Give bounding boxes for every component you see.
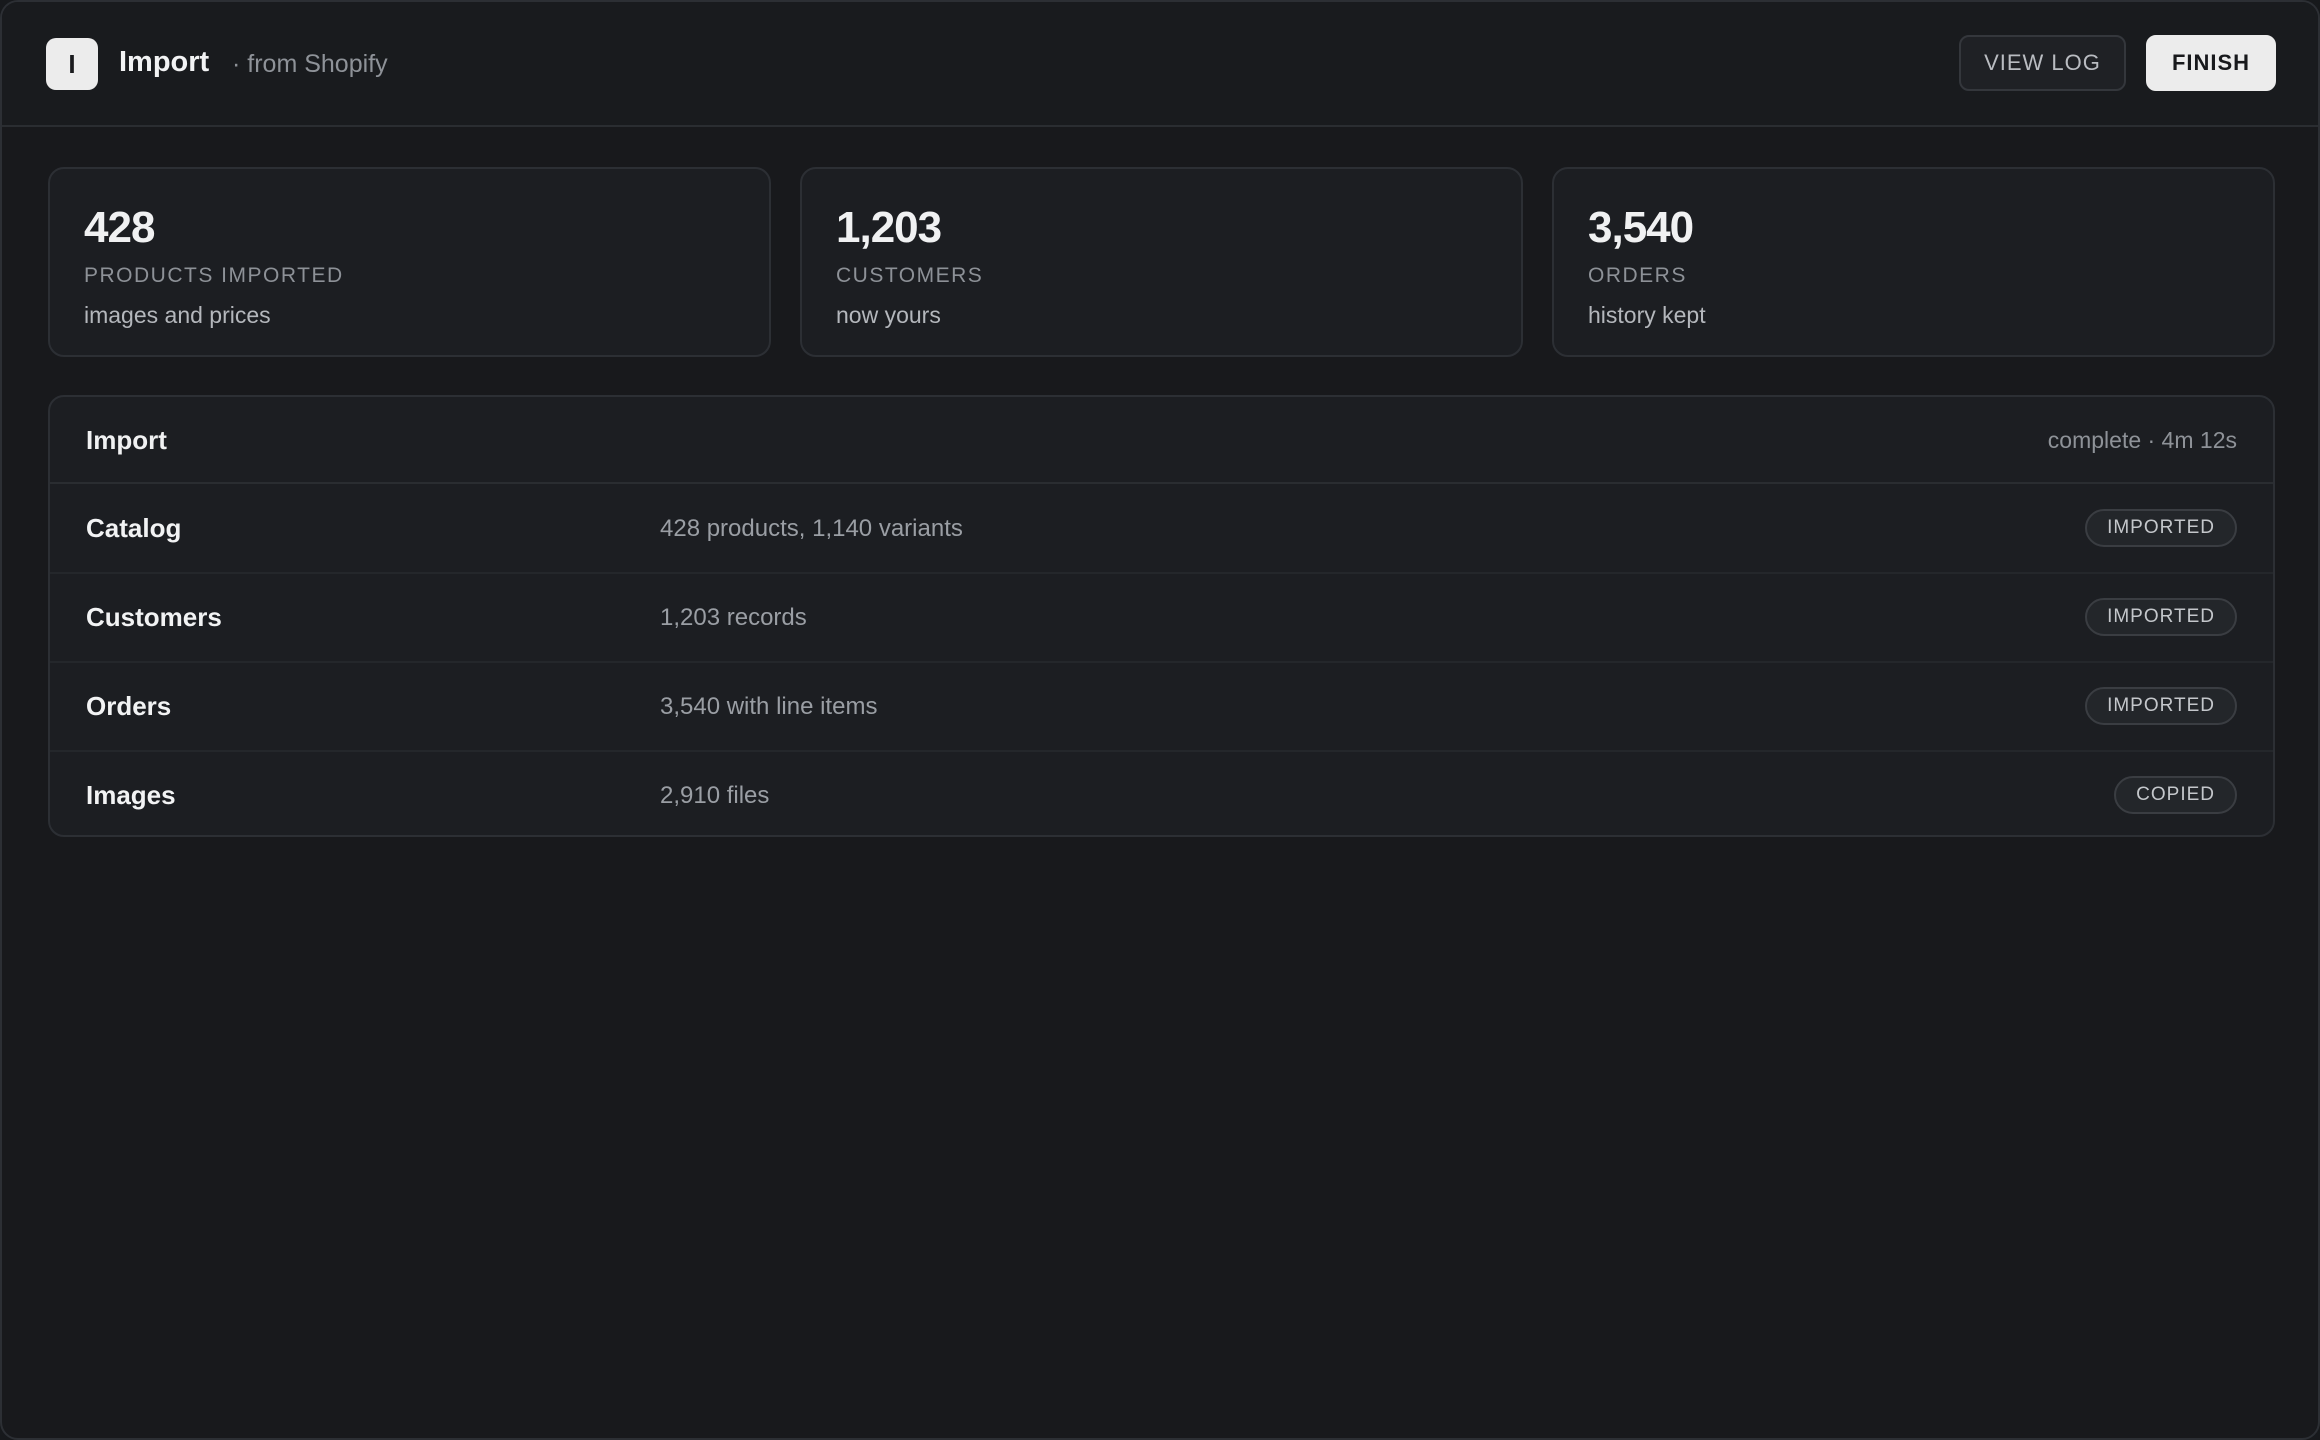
row-name: Customers	[86, 602, 222, 632]
table-row: Images 2,910 files COPIED	[50, 751, 2273, 835]
import-status: complete · 4m 12s	[2047, 427, 2237, 453]
stat-label: ORDERS	[1588, 264, 1687, 287]
status-badge: IMPORTED	[2085, 598, 2237, 636]
row-name: Catalog	[86, 513, 182, 543]
status-badge: IMPORTED	[2085, 509, 2237, 547]
row-name: Orders	[86, 691, 172, 721]
panel-header: Import complete · 4m 12s	[50, 397, 2273, 484]
row-detail: 3,540 with line items	[660, 693, 878, 720]
app-logo: I	[46, 38, 98, 90]
row-detail: 2,910 files	[660, 782, 770, 809]
row-detail: 428 products, 1,140 variants	[660, 515, 963, 542]
stat-note: images and prices	[84, 302, 271, 328]
app-window: I Import · from Shopify VIEW LOG FINISH …	[0, 0, 2320, 1440]
page-title: Import	[119, 46, 210, 78]
stat-value: 1,203	[836, 203, 942, 252]
status-badge: IMPORTED	[2085, 687, 2237, 725]
page-subtitle: · from Shopify	[232, 50, 388, 78]
header-bar: I Import · from Shopify VIEW LOG FINISH	[2, 2, 2318, 127]
table-row: Customers 1,203 records IMPORTED	[50, 573, 2273, 663]
row-detail: 1,203 records	[660, 604, 807, 631]
stat-label: PRODUCTS IMPORTED	[84, 264, 344, 287]
stat-value: 428	[84, 203, 155, 252]
stat-card-orders: 3,540 ORDERS history kept	[1552, 167, 2275, 357]
stat-value: 3,540	[1588, 203, 1694, 252]
stat-note: history kept	[1588, 302, 1706, 328]
row-name: Images	[86, 780, 176, 810]
stat-label: CUSTOMERS	[836, 264, 984, 287]
view-log-button[interactable]: VIEW LOG	[1959, 35, 2126, 91]
stat-note: now yours	[836, 302, 941, 328]
stat-card-products: 428 PRODUCTS IMPORTED images and prices	[48, 167, 771, 357]
table-row: Orders 3,540 with line items IMPORTED	[50, 662, 2273, 752]
table-row: Catalog 428 products, 1,140 variants IMP…	[50, 484, 2273, 574]
status-badge: COPIED	[2114, 776, 2237, 814]
panel-title: Import	[86, 425, 167, 455]
import-panel: Import complete · 4m 12s Catalog 428 pro…	[48, 395, 2275, 837]
finish-button[interactable]: FINISH	[2146, 35, 2276, 91]
stat-card-customers: 1,203 CUSTOMERS now yours	[800, 167, 1523, 357]
